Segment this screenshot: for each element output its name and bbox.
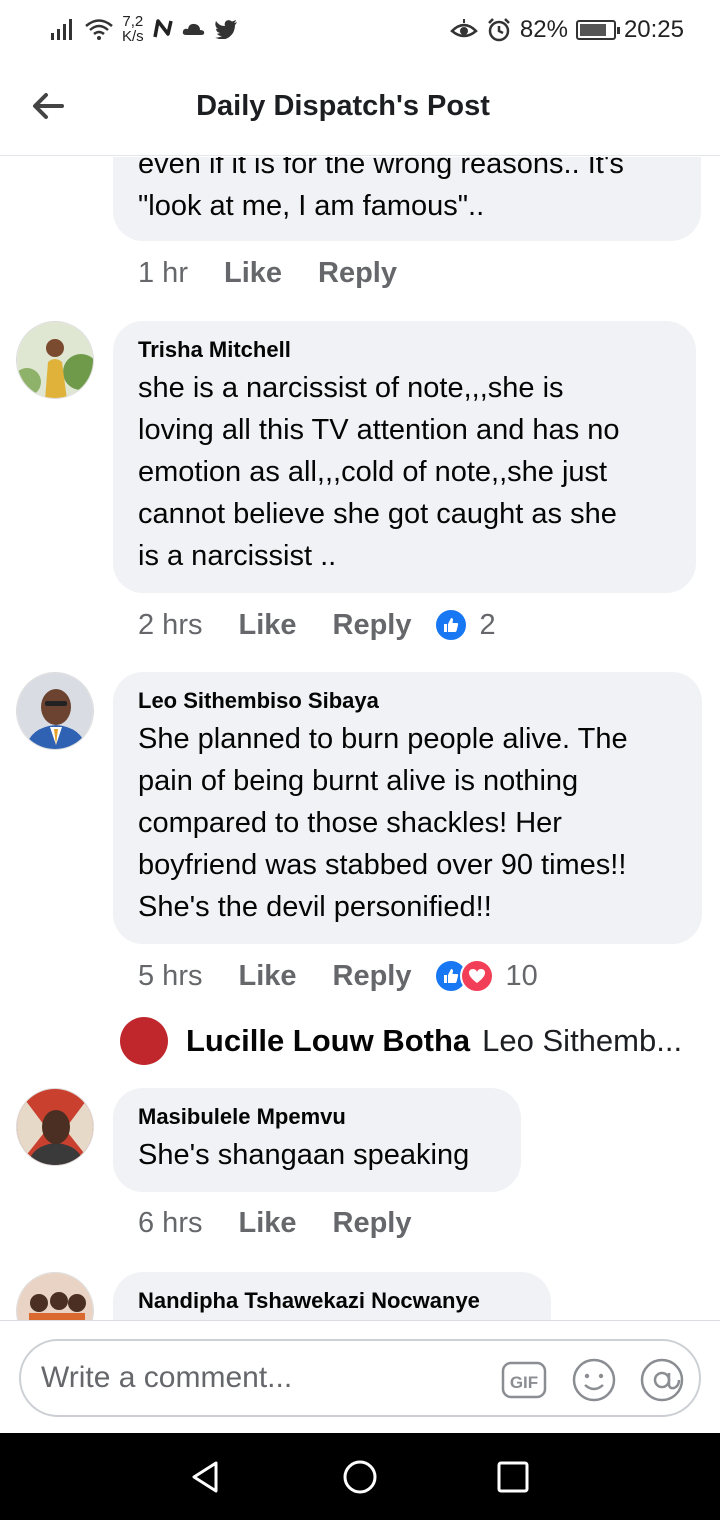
gif-icon[interactable]: GIF bbox=[501, 1357, 547, 1403]
comment-time: 5 hrs bbox=[138, 959, 203, 992]
comment-text-line: She's the devil personified!! bbox=[138, 891, 492, 923]
comment-text-line: even if it is for the wrong reasons.. It… bbox=[138, 157, 624, 180]
battery-fill bbox=[579, 24, 606, 36]
network-speed-value: 7,2 bbox=[122, 13, 144, 30]
comment-text-line: she is a narcissist of note,,,she is bbox=[138, 372, 564, 404]
avatar[interactable] bbox=[120, 1017, 168, 1065]
status-right: 82% 20:25 bbox=[450, 16, 684, 44]
network-speed-unit: K/s bbox=[122, 28, 144, 45]
avatar[interactable] bbox=[16, 672, 94, 750]
comment-input-box[interactable]: GIF bbox=[19, 1339, 701, 1417]
comment-author[interactable]: Masibulele Mpemvu bbox=[138, 1104, 497, 1130]
reply-author[interactable]: Lucille Louw Botha bbox=[186, 1023, 470, 1059]
comment-time: 2 hrs bbox=[138, 608, 203, 641]
comment-text-line: is a narcissist .. bbox=[138, 540, 337, 572]
reply-button[interactable]: Reply bbox=[333, 609, 412, 642]
love-reaction-icon bbox=[459, 959, 494, 993]
reaction-count: 10 bbox=[505, 959, 538, 992]
comment-composer: GIF bbox=[0, 1320, 720, 1433]
comment-meta: 2 hrs Like Reply 2 bbox=[138, 608, 496, 642]
like-button[interactable]: Like bbox=[238, 960, 296, 993]
avatar-image bbox=[17, 1089, 93, 1165]
comment-meta: 1 hr Like Reply bbox=[138, 257, 397, 290]
comment-time: 6 hrs bbox=[138, 1207, 203, 1239]
app-header: Daily Dispatch's Post bbox=[0, 62, 720, 156]
reaction-count: 2 bbox=[479, 608, 496, 641]
twitter-icon bbox=[214, 20, 237, 39]
comment-bubble[interactable]: Nandipha Tshawekazi Nocwanye bbox=[113, 1272, 551, 1320]
reply-button[interactable]: Reply bbox=[333, 960, 412, 993]
nested-reply-preview[interactable]: Lucille Louw Botha Leo Sithemb... bbox=[120, 1017, 690, 1065]
avatar[interactable] bbox=[16, 1272, 94, 1320]
comment-text-line: boyfriend was stabbed over 90 times!! bbox=[138, 849, 627, 881]
reactions-summary[interactable]: 10 bbox=[433, 959, 538, 993]
comment-text-line: She planned to burn people alive. The bbox=[138, 723, 628, 755]
n-notification-icon bbox=[152, 19, 173, 38]
like-button[interactable]: Like bbox=[224, 257, 282, 290]
avatar[interactable] bbox=[16, 1088, 94, 1166]
like-reaction-icon bbox=[433, 608, 468, 642]
comment-text-line: loving all this TV attention and has no bbox=[138, 414, 620, 446]
wifi-icon bbox=[85, 19, 113, 40]
gif-label: GIF bbox=[510, 1373, 538, 1392]
reply-text: Leo Sithemb... bbox=[482, 1023, 683, 1058]
comment-time: 1 hr bbox=[138, 257, 188, 289]
mention-icon[interactable] bbox=[639, 1357, 685, 1403]
comment-text-line: emotion as all,,,cold of note,,she just bbox=[138, 456, 608, 488]
battery-icon bbox=[575, 20, 620, 40]
network-speed: 7,2 K/s bbox=[122, 14, 144, 44]
back-nav-icon[interactable] bbox=[186, 1457, 226, 1497]
comment-meta: 6 hrs Like Reply bbox=[138, 1207, 412, 1240]
reply-button[interactable]: Reply bbox=[318, 257, 397, 290]
recents-nav-icon[interactable] bbox=[493, 1457, 533, 1497]
avatar-image bbox=[17, 673, 93, 749]
like-button[interactable]: Like bbox=[238, 609, 296, 642]
comment-meta: 5 hrs Like Reply 10 bbox=[138, 959, 538, 993]
comment-author[interactable]: Leo Sithembiso Sibaya bbox=[138, 688, 678, 714]
comments-feed[interactable]: even if it is for the wrong reasons.. It… bbox=[0, 157, 720, 1320]
alarm-icon bbox=[488, 18, 510, 42]
emoji-icon[interactable] bbox=[571, 1357, 617, 1403]
clock: 20:25 bbox=[623, 16, 684, 43]
comment-bubble[interactable]: even if it is for the wrong reasons.. It… bbox=[113, 157, 701, 241]
avatar-image bbox=[17, 322, 93, 398]
page-title: Daily Dispatch's Post bbox=[196, 90, 490, 122]
comment-text-line: compared to those shackles! Her bbox=[138, 807, 562, 839]
avatar-image bbox=[17, 1273, 93, 1320]
eye-comfort-icon bbox=[450, 19, 478, 38]
reactions-summary[interactable]: 2 bbox=[433, 608, 496, 642]
comment-author[interactable]: Nandipha Tshawekazi Nocwanye bbox=[138, 1288, 527, 1314]
comment-text-line: pain of being burnt alive is nothing bbox=[138, 765, 579, 797]
comment-input[interactable] bbox=[41, 1361, 461, 1395]
comment-text-line: cannot believe she got caught as she bbox=[138, 498, 617, 530]
avatar[interactable] bbox=[16, 321, 94, 399]
signal-icon bbox=[51, 19, 72, 40]
comment-bubble[interactable]: Leo Sithembiso Sibaya She planned to bur… bbox=[113, 672, 702, 944]
system-nav-bar bbox=[0, 1433, 720, 1520]
comment-text-line: "look at me, I am famous".. bbox=[138, 190, 485, 222]
status-bar: 7,2 K/s 82% 20:25 bbox=[0, 0, 720, 62]
comment-bubble[interactable]: Masibulele Mpemvu She's shangaan speakin… bbox=[113, 1088, 521, 1192]
comment-author[interactable]: Trisha Mitchell bbox=[138, 337, 672, 363]
like-button[interactable]: Like bbox=[238, 1207, 296, 1240]
home-nav-icon[interactable] bbox=[340, 1457, 380, 1497]
comment-text-line: She's shangaan speaking bbox=[138, 1139, 470, 1171]
cloud-icon bbox=[182, 23, 204, 35]
comment-bubble[interactable]: Trisha Mitchell she is a narcissist of n… bbox=[113, 321, 696, 593]
battery-percent: 82% bbox=[519, 16, 568, 43]
reply-button[interactable]: Reply bbox=[333, 1207, 412, 1240]
status-left: 7,2 K/s bbox=[50, 14, 238, 44]
